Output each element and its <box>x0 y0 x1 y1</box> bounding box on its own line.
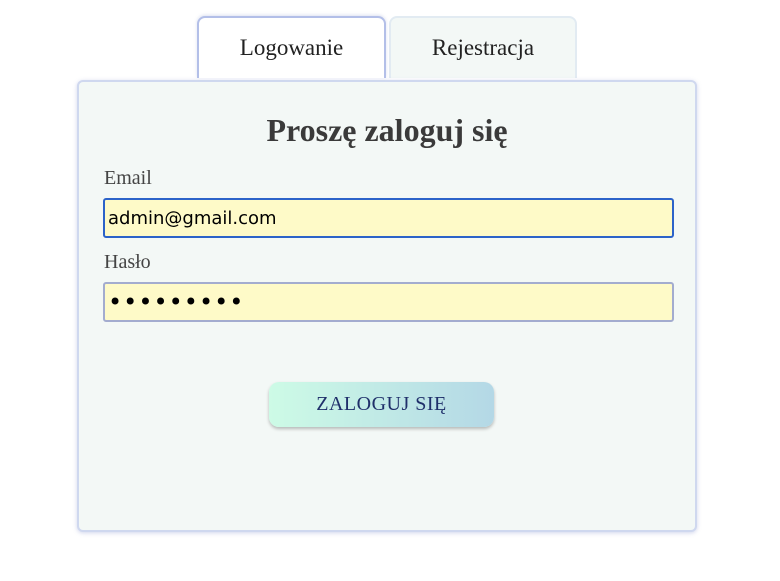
tab-register[interactable]: Rejestracja <box>389 16 577 78</box>
password-label: Hasło <box>104 251 151 273</box>
tab-login-label: Logowanie <box>239 35 344 60</box>
login-button[interactable]: ZALOGUJ SIĘ <box>269 382 494 427</box>
page-title: Proszę zaloguj się <box>266 112 508 148</box>
password-field[interactable] <box>103 282 674 322</box>
tab-login[interactable]: Logowanie <box>197 16 386 78</box>
email-field[interactable] <box>103 198 674 238</box>
email-label: Email <box>104 167 152 189</box>
tab-register-label: Rejestracja <box>431 35 535 60</box>
login-panel: Proszę zaloguj się Email Hasło ZALOGUJ S… <box>77 80 697 532</box>
auth-tabs: Logowanie Rejestracja <box>197 16 582 80</box>
